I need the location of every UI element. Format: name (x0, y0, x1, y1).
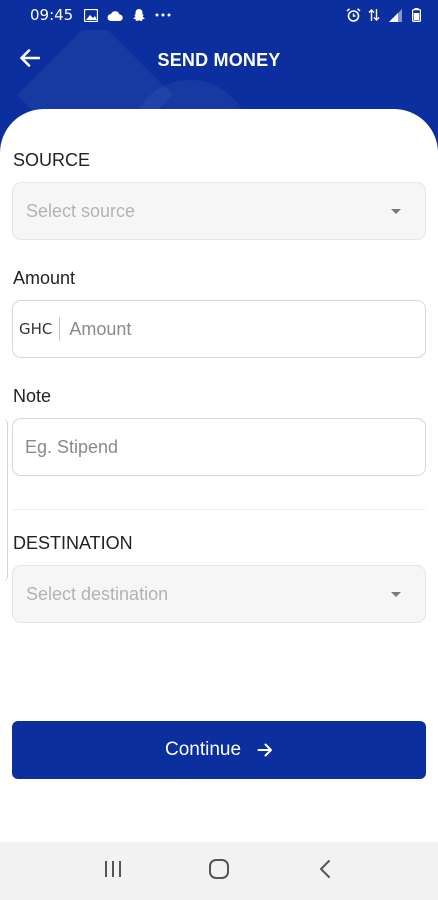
more-dots-icon (155, 7, 171, 23)
continue-button-label: Continue (164, 739, 242, 760)
signal-icon (387, 7, 403, 23)
amount-label: Amount (13, 268, 76, 288)
status-right (345, 7, 424, 23)
prefix-divider (59, 317, 61, 341)
chevron-down-icon (391, 208, 401, 214)
amount-input[interactable] (69, 301, 425, 357)
status-time: 09:45 (30, 6, 74, 24)
snapchat-icon (131, 7, 147, 23)
image-icon (83, 7, 99, 23)
cloud-icon (107, 7, 123, 23)
home-icon (208, 858, 230, 885)
source-label: SOURCE (13, 150, 91, 170)
status-left: 09:45 (30, 6, 171, 24)
note-input[interactable] (13, 419, 425, 475)
system-nav-bar (0, 842, 438, 900)
chevron-down-icon (391, 591, 401, 597)
home-button[interactable] (195, 847, 243, 895)
system-back-button[interactable] (301, 847, 349, 895)
back-icon (318, 859, 332, 884)
status-bar: 09:45 (0, 0, 438, 30)
arrow-right-icon (257, 742, 273, 758)
destination-select-placeholder: Select destination (26, 583, 169, 604)
battery-icon (408, 7, 424, 23)
destination-select[interactable]: Select destination (12, 565, 426, 623)
alarm-icon (345, 7, 361, 23)
recent-apps-icon (103, 860, 123, 883)
destination-label: DESTINATION (13, 533, 133, 553)
page-title: SEND MONEY (157, 50, 281, 70)
recent-apps-button[interactable] (89, 847, 137, 895)
note-field (12, 418, 426, 476)
source-select-placeholder: Select source (26, 200, 136, 221)
scroll-indicator (0, 418, 8, 582)
data-arrows-icon (366, 7, 382, 23)
currency-prefix: GHC (19, 320, 53, 338)
note-label: Note (13, 386, 52, 406)
divider (12, 509, 426, 510)
source-select[interactable]: Select source (12, 182, 426, 240)
continue-button[interactable]: Continue (12, 721, 426, 779)
amount-field: GHC (12, 300, 426, 358)
